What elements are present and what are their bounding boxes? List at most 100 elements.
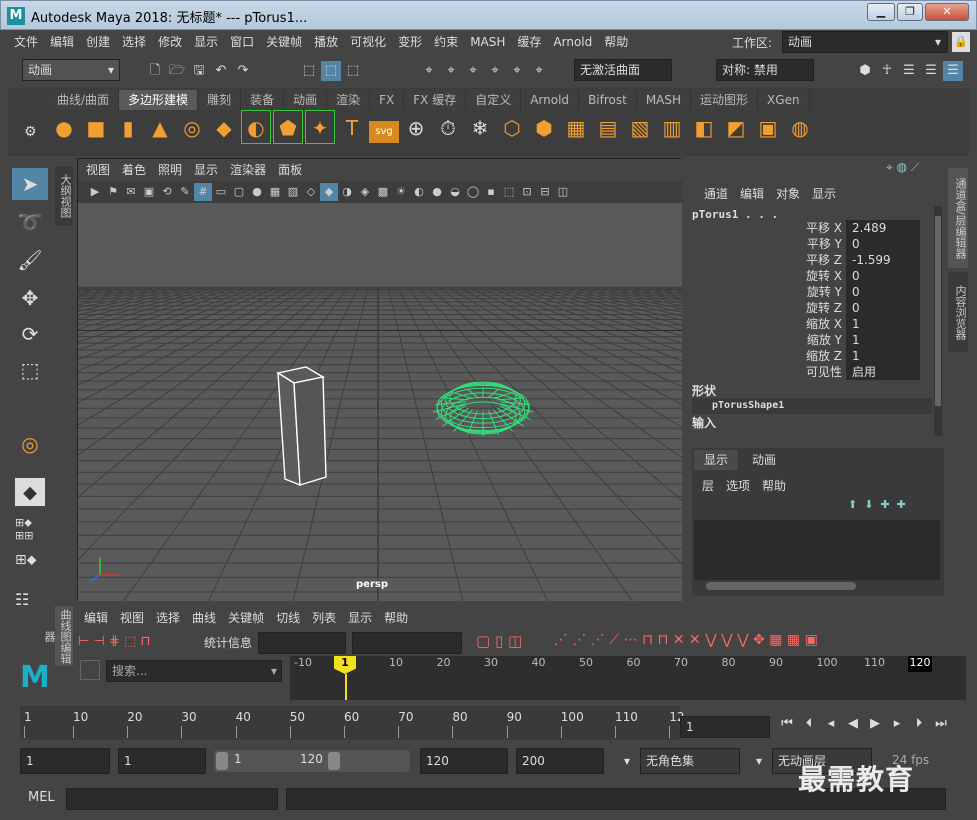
stats-field-2[interactable]: [352, 632, 462, 654]
grease-pencil-icon[interactable]: ✎: [176, 183, 194, 201]
ge-menu-tangents[interactable]: 切线: [270, 606, 306, 630]
attribute-row[interactable]: 旋转 Y 0: [686, 284, 936, 300]
play-backward-icon[interactable]: ◀: [842, 716, 864, 731]
super-shape-icon[interactable]: ✦: [305, 110, 335, 144]
move-tool-icon[interactable]: ✥: [12, 282, 48, 314]
menu-deform[interactable]: 变形: [392, 30, 428, 54]
reset-transform-icon[interactable]: ⏱: [433, 111, 463, 145]
poly-disc-icon[interactable]: ◐: [241, 110, 271, 144]
shadows-icon[interactable]: ◐: [410, 183, 428, 201]
textured-icon[interactable]: ▩: [374, 183, 392, 201]
resolution-gate-icon[interactable]: ▢: [230, 183, 248, 201]
shelf-tab-mash[interactable]: MASH: [636, 90, 692, 110]
poly-torus-icon[interactable]: ◎: [177, 111, 207, 145]
range-bar[interactable]: 1 120: [214, 750, 410, 772]
snap-curve-icon[interactable]: ⌖: [441, 61, 461, 81]
minimize-button[interactable]: ▁: [867, 3, 895, 21]
platonic-solid-icon[interactable]: ⬟: [273, 110, 303, 144]
shelf-tab-rendering[interactable]: 渲染: [327, 90, 371, 110]
lock-weights-icon[interactable]: ⋁: [737, 632, 748, 648]
vp-menu-show[interactable]: 显示: [188, 159, 224, 181]
vp-menu-shading[interactable]: 着色: [116, 159, 152, 181]
attribute-row[interactable]: 平移 X 2.489: [686, 220, 936, 236]
auto-tangent-icon[interactable]: ⋰: [554, 632, 568, 648]
plateau-tangent-icon[interactable]: ⊓: [657, 632, 668, 648]
attribute-value[interactable]: 启用: [846, 364, 920, 380]
layer-tab-display[interactable]: 显示: [694, 450, 738, 470]
uv-editor-icon[interactable]: ◍: [785, 111, 815, 145]
attribute-row[interactable]: 平移 Y 0: [686, 236, 936, 252]
camera-icon[interactable]: ▶: [86, 183, 104, 201]
step-forward-key-icon[interactable]: ⏵: [908, 716, 930, 731]
modeling-toolkit-icon[interactable]: ⬢: [855, 61, 875, 81]
motion-blur-icon[interactable]: ◒: [446, 183, 464, 201]
spline-tangent-icon[interactable]: ⋰: [572, 632, 586, 648]
attribute-row[interactable]: 平移 Z -1.599: [686, 252, 936, 268]
exposure-icon[interactable]: ◫: [554, 183, 572, 201]
attribute-value[interactable]: 1: [846, 316, 920, 332]
step-back-frame-icon[interactable]: ◂: [820, 716, 842, 731]
new-layer-selected-icon[interactable]: ✚: [897, 498, 906, 511]
snap-surface-icon[interactable]: ⌖: [507, 61, 527, 81]
insert-key-icon[interactable]: ⊣: [93, 634, 104, 649]
new-layer-icon[interactable]: ✚: [880, 498, 889, 511]
select-object-icon[interactable]: ⬚: [321, 61, 341, 81]
channel-box-side-tab[interactable]: 通道盒/层编辑器: [948, 168, 968, 268]
text-icon[interactable]: T: [337, 111, 367, 145]
lattice-icon[interactable]: ⋕: [109, 634, 120, 649]
poly-cube-icon[interactable]: ■: [81, 111, 111, 145]
ge-filter-icon[interactable]: [80, 660, 100, 680]
attribute-row[interactable]: 可见性 启用: [686, 364, 936, 380]
gate-mask-icon[interactable]: ●: [248, 183, 266, 201]
playback-start-field[interactable]: 1: [118, 748, 206, 774]
outliner-side-tab[interactable]: 大纲视图: [55, 166, 73, 226]
select-component-icon[interactable]: ⬚: [343, 61, 363, 81]
playback-end-field[interactable]: 120: [420, 748, 508, 774]
unify-tangent-icon[interactable]: ✕: [689, 632, 701, 648]
shelf-tab-custom[interactable]: 自定义: [466, 90, 522, 110]
image-plane-icon[interactable]: ▣: [140, 183, 158, 201]
anim-layer-dropdown-icon[interactable]: ▾: [756, 754, 762, 768]
attribute-row[interactable]: 缩放 Y 1: [686, 332, 936, 348]
range-end-handle[interactable]: [328, 752, 340, 770]
curve-icon-a[interactable]: ▦: [769, 632, 782, 648]
ge-menu-help[interactable]: 帮助: [378, 606, 414, 630]
cb-menu-show[interactable]: 显示: [806, 182, 842, 206]
center-current-icon[interactable]: ◫: [508, 632, 522, 650]
ge-search-input[interactable]: 搜索... ▾: [106, 660, 282, 682]
go-to-end-icon[interactable]: ⏭: [930, 716, 952, 731]
layer-tab-anim[interactable]: 动画: [742, 450, 786, 470]
ao-icon[interactable]: ●: [428, 183, 446, 201]
shelf-tab-arnold[interactable]: Arnold: [521, 90, 580, 110]
snap-pivot-icon[interactable]: ⌖: [529, 61, 549, 81]
vp-menu-lighting[interactable]: 照明: [152, 159, 188, 181]
start-time-field[interactable]: 1: [20, 748, 110, 774]
scene-icon[interactable]: ◍: [897, 160, 907, 174]
menu-display[interactable]: 显示: [188, 30, 224, 54]
outliner-layout-icon[interactable]: ☷: [15, 590, 45, 618]
shelf-tab-xgen[interactable]: XGen: [758, 90, 810, 110]
combine-icon[interactable]: ⬡: [497, 111, 527, 145]
shelf-tab-rigging[interactable]: 装备: [241, 90, 285, 110]
new-scene-icon[interactable]: 🗋: [145, 61, 165, 81]
menu-file[interactable]: 文件: [8, 30, 44, 54]
smooth-icon[interactable]: ▦: [561, 111, 591, 145]
flat-tangent-icon[interactable]: ⋯: [624, 632, 638, 648]
layer-menu-help[interactable]: 帮助: [756, 474, 792, 498]
workspace-select[interactable]: 动画 ▾: [782, 31, 948, 53]
current-frame-field[interactable]: 1: [680, 716, 770, 738]
default-material-icon[interactable]: ◑: [338, 183, 356, 201]
ge-menu-show[interactable]: 显示: [342, 606, 378, 630]
attribute-value[interactable]: 0: [846, 284, 920, 300]
xray-icon[interactable]: ⊡: [518, 183, 536, 201]
clamped-tangent-icon[interactable]: ⋰: [591, 632, 605, 648]
lock-icon[interactable]: 🔒: [952, 32, 970, 52]
freeze-transform-icon[interactable]: ❄: [465, 111, 495, 145]
open-scene-icon[interactable]: 🗁: [167, 61, 187, 81]
append-icon[interactable]: ◧: [689, 111, 719, 145]
menu-edit[interactable]: 编辑: [44, 30, 80, 54]
end-time-field[interactable]: 200: [516, 748, 604, 774]
maximize-button[interactable]: ❐: [897, 3, 923, 21]
shelf-tab-animation[interactable]: 动画: [284, 90, 328, 110]
attribute-row[interactable]: 旋转 Z 0: [686, 300, 936, 316]
